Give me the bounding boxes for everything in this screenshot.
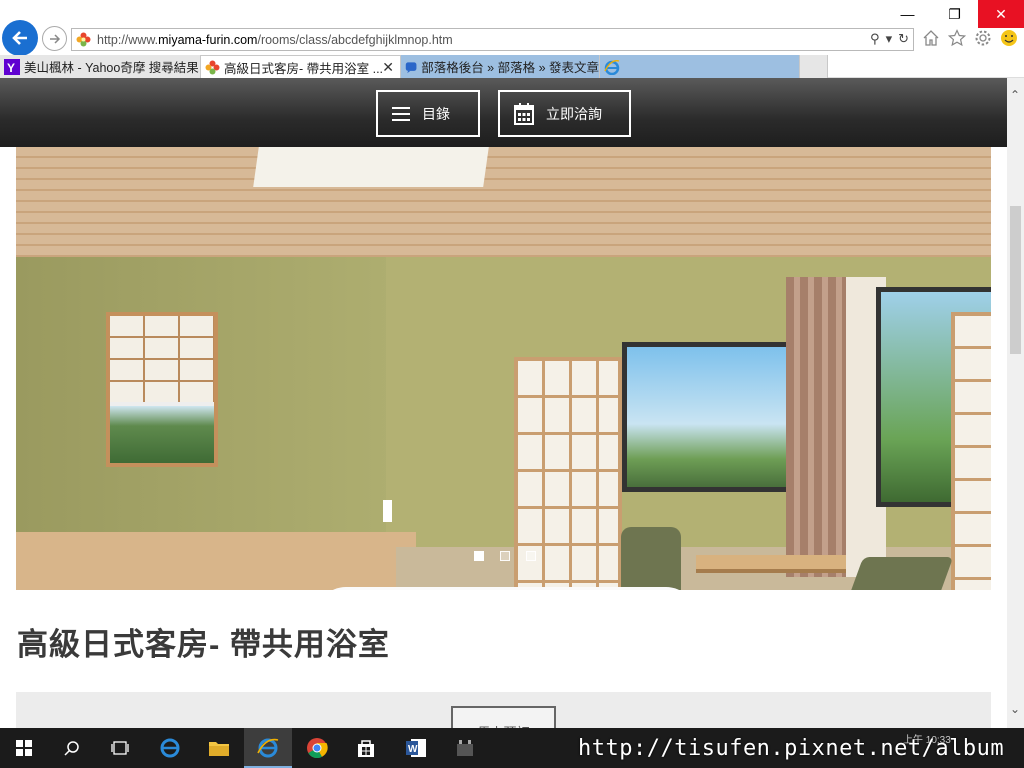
tab-blog-admin[interactable]: 部落格後台 » 部落格 » 發表文章: [401, 55, 600, 78]
task-view-icon: [111, 741, 129, 755]
app-icon: [457, 740, 473, 756]
photo-futon: [316, 587, 696, 590]
tab-label: 部落格後台 » 部落格 » 發表文章: [421, 61, 599, 75]
menu-label: 目錄: [422, 105, 450, 122]
tab-yahoo-search[interactable]: Y 美山楓林 - Yahoo奇摩 搜尋結果: [0, 55, 201, 78]
back-button[interactable]: [2, 20, 38, 56]
blog-icon: [405, 61, 417, 73]
room-title: 高級日式客房- 帶共用浴室: [17, 627, 390, 662]
forward-button[interactable]: [42, 26, 67, 51]
hamburger-icon: [392, 106, 410, 121]
menu-button[interactable]: 目錄: [376, 90, 480, 137]
flower-favicon: [76, 32, 91, 52]
photo-headboard: [16, 532, 416, 590]
browser-toolbar: [922, 29, 1018, 47]
folder-icon: [209, 742, 229, 756]
photo-light: [253, 147, 489, 187]
taskbar-word[interactable]: W: [392, 728, 440, 768]
photo-table: [696, 555, 846, 573]
booking-section: 馬上預訂: [16, 692, 991, 728]
svg-text:W: W: [408, 744, 418, 755]
photo-curtain: [786, 277, 846, 577]
tab-current-room[interactable]: 高級日式客房- 帶共用浴室 ... ✕: [201, 55, 401, 78]
slider-dot[interactable]: [500, 551, 510, 561]
refresh-icon[interactable]: ↻: [898, 31, 909, 47]
url-text: http://www.miyama-furin.com/rooms/class/…: [97, 33, 453, 47]
close-window-button[interactable]: ✕: [978, 0, 1024, 28]
smiley-feedback-icon[interactable]: [1000, 29, 1018, 47]
taskbar-app[interactable]: [441, 728, 489, 768]
close-tab-icon[interactable]: ✕: [382, 59, 394, 76]
tab-strip: Y 美山楓林 - Yahoo奇摩 搜尋結果 高級日式客房- 帶共用浴室 ... …: [0, 55, 1024, 78]
restore-button[interactable]: ❐: [931, 0, 978, 28]
arrow-left-icon: [12, 31, 27, 45]
photo-chair: [848, 557, 954, 590]
search-icon: [64, 741, 79, 756]
arrow-right-icon: [49, 33, 60, 44]
new-tab-button[interactable]: [800, 55, 828, 78]
word-icon: W: [406, 739, 426, 757]
start-button[interactable]: [0, 728, 48, 768]
task-view-button[interactable]: [96, 728, 144, 768]
tab-label: 高級日式客房- 帶共用浴室 ...: [224, 61, 384, 76]
enquire-now-button[interactable]: 立即洽詢: [498, 90, 631, 137]
slider-dot[interactable]: [474, 551, 484, 561]
svg-text:Y: Y: [7, 61, 15, 75]
favorites-star-icon[interactable]: [948, 29, 966, 47]
taskbar-internet-explorer[interactable]: [244, 728, 292, 768]
calendar-icon: [514, 102, 534, 125]
slider-pagination: [474, 551, 536, 561]
windows-logo-icon: [16, 740, 32, 756]
home-icon[interactable]: [922, 29, 940, 47]
vertical-scrollbar[interactable]: ⌃ ⌄: [1007, 78, 1024, 728]
ie-icon: [604, 59, 620, 75]
flower-favicon: [205, 60, 220, 74]
scroll-up-icon[interactable]: ⌃: [1010, 88, 1020, 102]
site-header: 目錄 立即洽詢: [0, 78, 1007, 147]
enquire-label: 立即洽詢: [546, 105, 602, 122]
edge-icon: [160, 738, 180, 758]
address-bar[interactable]: http://www.miyama-furin.com/rooms/class/…: [71, 28, 914, 51]
taskbar-store[interactable]: [342, 728, 390, 768]
chrome-icon: [307, 738, 328, 759]
photo-chair: [621, 527, 681, 590]
photo-ceiling: [16, 147, 991, 257]
scrollbar-thumb[interactable]: [1010, 206, 1021, 354]
taskbar-file-explorer[interactable]: [195, 728, 243, 768]
scroll-down-icon[interactable]: ⌄: [1010, 702, 1020, 716]
search-taskbar-button[interactable]: [48, 728, 96, 768]
photo-lamp: [383, 500, 392, 522]
taskbar-chrome[interactable]: [293, 728, 341, 768]
taskbar-edge[interactable]: [146, 728, 194, 768]
page-viewport: 目錄 立即洽詢 高級日式客房- 帶共用浴室: [0, 78, 1007, 728]
tab-new-ie[interactable]: [600, 55, 800, 78]
photo-shoji-door: [951, 312, 991, 590]
gear-icon[interactable]: [974, 29, 992, 47]
yahoo-icon: Y: [4, 58, 20, 75]
browser-chrome: — ❐ ✕ http://www.miyama-furin.com/rooms/…: [0, 0, 1024, 78]
watermark-text: http://tisufen.pixnet.net/album: [578, 736, 1005, 761]
tab-label: 美山楓林 - Yahoo奇摩 搜尋結果: [24, 61, 199, 75]
ie-icon: [257, 738, 279, 758]
search-icon[interactable]: ⚲: [870, 31, 880, 47]
slider-dot[interactable]: [526, 551, 536, 561]
minimize-button[interactable]: —: [884, 0, 931, 28]
room-photo-slider[interactable]: [16, 147, 991, 590]
dropdown-icon[interactable]: ▾: [886, 31, 893, 47]
window-controls: — ❐ ✕: [884, 0, 1024, 28]
photo-window: [106, 312, 218, 467]
book-now-button[interactable]: 馬上預訂: [451, 706, 556, 728]
store-icon: [358, 740, 374, 757]
